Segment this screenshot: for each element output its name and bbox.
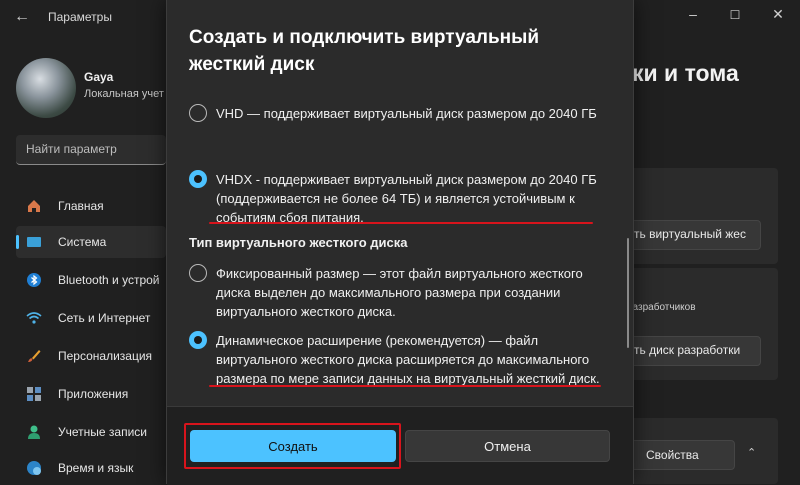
globe-icon [27, 461, 41, 475]
search-input[interactable] [16, 135, 176, 163]
sidebar-item-label: Персонализация [58, 349, 153, 363]
option-fixed-text: Фиксированный размер — этот файл виртуал… [216, 266, 583, 319]
sidebar-item-label: Время и язык [58, 461, 134, 475]
dev-drive-text: разработчиков [627, 302, 696, 313]
radio-dynamic[interactable] [189, 331, 207, 349]
option-vhdx-text: VHDX - поддерживает виртуальный диск раз… [216, 172, 597, 225]
user-name: Gaya [84, 70, 114, 84]
account-type: Локальная учет [84, 88, 164, 100]
chevron-up-icon[interactable]: ⌃ [747, 446, 756, 459]
create-button[interactable]: Создать [190, 430, 396, 462]
dialog-title: Создать и подключить виртуальный жесткий… [189, 27, 540, 75]
sidebar-item-label: Система [58, 235, 107, 249]
dev-drive-card: разработчиков ть диск разработки [615, 268, 778, 380]
avatar [16, 58, 76, 118]
sidebar-item-home[interactable]: Главная [16, 190, 166, 222]
sidebar-item-accounts[interactable]: Учетные записи [16, 416, 166, 448]
sidebar-item-label: Сеть и Интернет [58, 311, 151, 325]
page-title: ки и тома [632, 60, 739, 86]
create-dev-drive-button[interactable]: ть диск разработки [625, 336, 761, 366]
apps-icon [27, 387, 41, 401]
option-dynamic-text: Динамическое расширение (рекомендуется) … [216, 333, 600, 386]
sidebar-item-label: Учетные записи [58, 425, 147, 439]
option-vhd-text: VHD — поддерживает виртуальный диск разм… [216, 106, 597, 121]
create-vhd-button[interactable]: ть виртуальный жес [625, 220, 761, 250]
brush-icon [28, 350, 41, 362]
dialog-scrollbar[interactable] [627, 238, 629, 348]
sidebar-item-network[interactable]: Сеть и Интернет [16, 302, 166, 334]
sidebar-item-label: Приложения [58, 387, 129, 401]
main-content-visible-part: ки и тома ть виртуальный жес разработчик… [615, 0, 800, 484]
annotation-underline [209, 222, 593, 224]
sidebar-item-apps[interactable]: Приложения [16, 378, 166, 410]
account-icon [28, 425, 40, 439]
cancel-button[interactable]: Отмена [405, 430, 610, 462]
active-indicator [16, 235, 19, 249]
app-title: Параметры [48, 10, 112, 24]
wifi-icon [26, 312, 42, 324]
sidebar-item-label: Главная [58, 199, 104, 213]
properties-card: Свойства ⌃ [615, 418, 778, 484]
sidebar-item-label: Bluetooth и устрой [58, 273, 160, 287]
properties-button[interactable]: Свойства [621, 440, 735, 470]
dialog-footer: Создать Отмена [167, 406, 633, 485]
back-arrow-icon[interactable]: ← [14, 8, 30, 26]
home-icon [28, 200, 40, 212]
search-field[interactable] [16, 135, 176, 165]
radio-vhdx[interactable] [189, 170, 207, 188]
radio-vhd[interactable] [189, 104, 207, 122]
create-vhd-dialog: Создать и подключить виртуальный жесткий… [166, 0, 634, 485]
vhd-card: ть виртуальный жес [615, 168, 778, 264]
radio-fixed-size[interactable] [189, 264, 207, 282]
annotation-underline [209, 385, 601, 387]
system-icon [27, 237, 41, 247]
sidebar-item-bluetooth[interactable]: Bluetooth и устрой [16, 264, 166, 296]
sidebar-item-system[interactable]: Система [16, 226, 166, 258]
sidebar-item-time-language[interactable]: Время и язык [16, 452, 166, 484]
sidebar-item-personalization[interactable]: Персонализация [16, 340, 166, 372]
disk-type-label: Тип виртуального жесткого диска [189, 235, 408, 250]
bluetooth-icon [27, 273, 41, 287]
